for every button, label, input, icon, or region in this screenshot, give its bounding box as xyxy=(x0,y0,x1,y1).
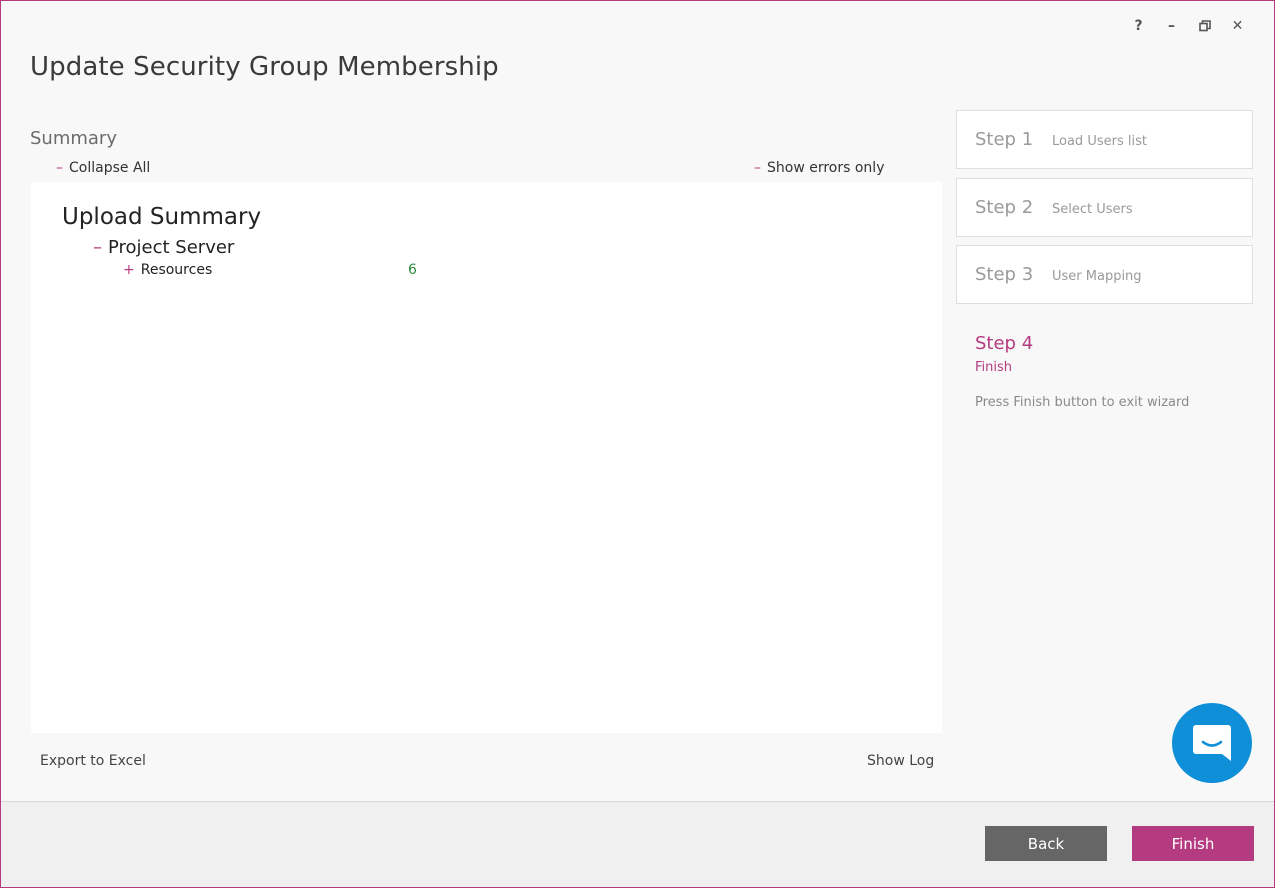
collapse-icon: – xyxy=(93,237,102,258)
active-step-4: Step 4 Finish Press Finish button to exi… xyxy=(975,333,1189,410)
summary-tree-panel: Upload Summary – Project Server + Resour… xyxy=(31,182,942,733)
step-name: Load Users list xyxy=(1052,134,1147,149)
close-icon[interactable]: ✕ xyxy=(1221,15,1254,37)
back-button[interactable]: Back xyxy=(985,826,1107,861)
step-name: Finish xyxy=(975,360,1013,375)
step-name: Select Users xyxy=(1052,202,1133,217)
step-2[interactable]: Step 2 Select Users xyxy=(956,178,1253,237)
chat-bubble-icon xyxy=(1193,725,1231,761)
collapse-all-toggle[interactable]: – Collapse All xyxy=(56,160,150,176)
collapse-icon: – xyxy=(754,160,761,176)
finish-button[interactable]: Finish xyxy=(1132,826,1254,861)
export-to-excel-link[interactable]: Export to Excel xyxy=(40,753,146,769)
summary-heading: Summary xyxy=(30,128,117,149)
tree-node-label: Resources xyxy=(140,262,213,278)
step-number: Step 2 xyxy=(975,197,1034,218)
step-number: Step 1 xyxy=(975,129,1034,150)
collapse-all-label: Collapse All xyxy=(69,160,151,176)
collapse-icon: – xyxy=(56,160,63,176)
show-log-link[interactable]: Show Log xyxy=(867,753,934,769)
show-errors-only-toggle[interactable]: – Show errors only xyxy=(754,160,884,176)
step-number: Step 4 xyxy=(975,333,1034,354)
resources-count: 6 xyxy=(408,262,417,278)
tree-node-project-server[interactable]: – Project Server xyxy=(93,237,234,258)
window-controls: ? – ✕ xyxy=(1122,15,1254,37)
chat-button[interactable] xyxy=(1172,703,1252,783)
restore-icon-glyph xyxy=(1198,20,1211,32)
tree-node-label: Project Server xyxy=(108,237,235,258)
help-icon[interactable]: ? xyxy=(1122,15,1155,37)
tree-node-resources[interactable]: + Resources xyxy=(123,262,212,278)
step-number: Step 3 xyxy=(975,264,1034,285)
step-3[interactable]: Step 3 User Mapping xyxy=(956,245,1253,304)
footer-bar: Back Finish xyxy=(1,801,1274,887)
tree-root-label: Upload Summary xyxy=(62,204,262,230)
page-title: Update Security Group Membership xyxy=(30,52,499,82)
step-name: User Mapping xyxy=(1052,269,1142,284)
show-errors-only-label: Show errors only xyxy=(767,160,885,176)
minimize-icon[interactable]: – xyxy=(1155,15,1188,37)
step-description: Press Finish button to exit wizard xyxy=(975,395,1190,410)
step-1[interactable]: Step 1 Load Users list xyxy=(956,110,1253,169)
restore-icon[interactable] xyxy=(1188,15,1221,37)
expand-icon: + xyxy=(123,262,135,278)
wizard-window: ? – ✕ Update Security Group Membership S… xyxy=(0,0,1275,888)
